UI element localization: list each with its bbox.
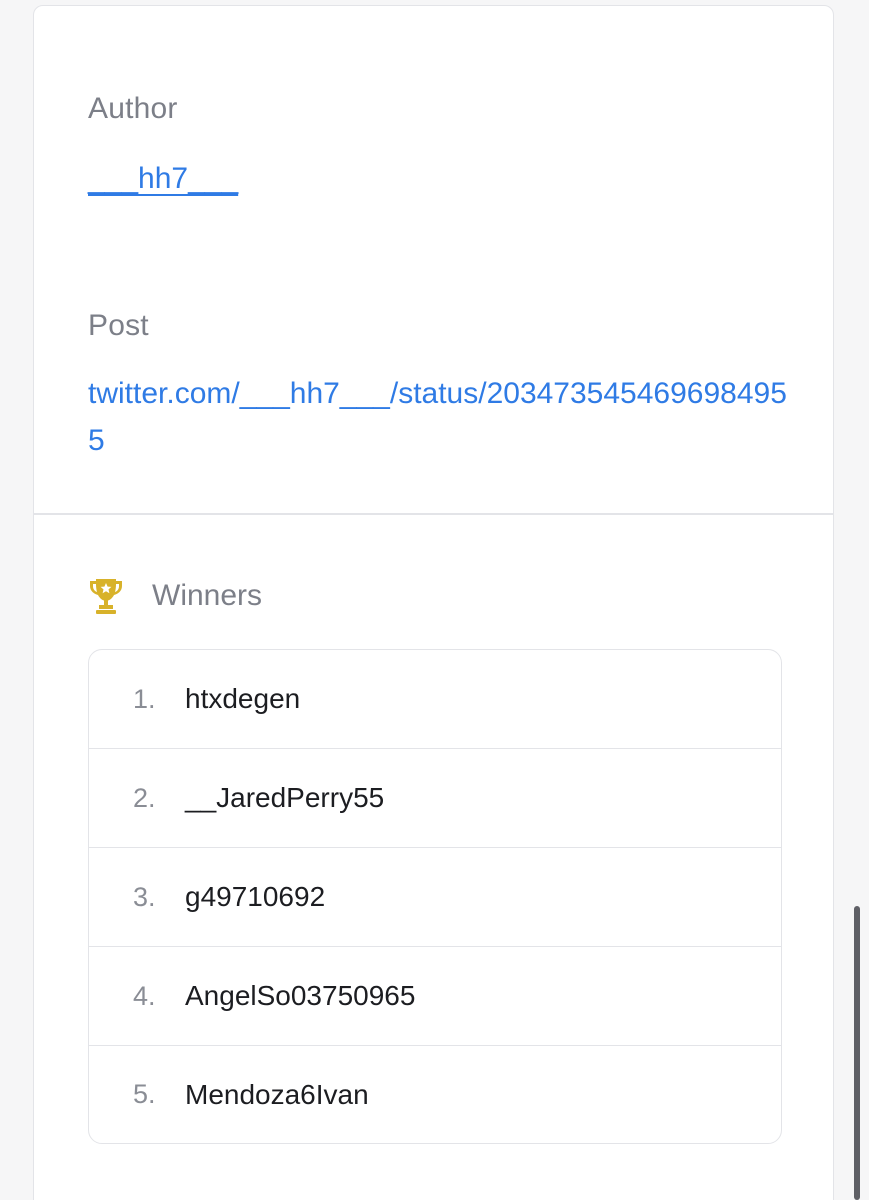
winner-rank: 3.: [133, 881, 156, 912]
giveaway-details-card: Author ___hh7___ Post twitter.com/___hh7…: [33, 5, 834, 1200]
winner-row: 4. AngelSo03750965: [89, 947, 781, 1046]
author-label: Author: [88, 92, 178, 125]
winner-row: 2. __JaredPerry55: [89, 749, 781, 848]
winner-rank: 1.: [133, 683, 156, 714]
winners-list: 1. htxdegen 2. __JaredPerry55 3. g497106…: [88, 649, 782, 1144]
winner-name: htxdegen: [185, 683, 301, 714]
winner-rank: 4.: [133, 980, 156, 1011]
winner-name: g49710692: [185, 881, 326, 912]
trophy-icon: [90, 579, 122, 614]
winner-name: AngelSo03750965: [185, 980, 416, 1011]
author-link[interactable]: ___hh7___: [88, 155, 238, 202]
scrollbar-thumb[interactable]: [854, 906, 860, 1200]
winners-header: Winners: [88, 574, 262, 618]
winner-rank: 2.: [133, 782, 156, 813]
post-label: Post: [88, 309, 149, 342]
winner-rank: 5.: [133, 1079, 156, 1109]
post-link[interactable]: twitter.com/___hh7___/status/20347354546…: [88, 370, 788, 464]
winner-row: 1. htxdegen: [89, 650, 781, 749]
winner-row: 3. g49710692: [89, 848, 781, 947]
winner-name: __JaredPerry55: [185, 782, 385, 813]
section-divider: [34, 513, 833, 515]
page: Author ___hh7___ Post twitter.com/___hh7…: [0, 0, 869, 1200]
winner-row: 5. Mendoza6Ivan: [89, 1046, 781, 1143]
winner-name: Mendoza6Ivan: [185, 1078, 369, 1110]
winners-title: Winners: [152, 579, 263, 612]
